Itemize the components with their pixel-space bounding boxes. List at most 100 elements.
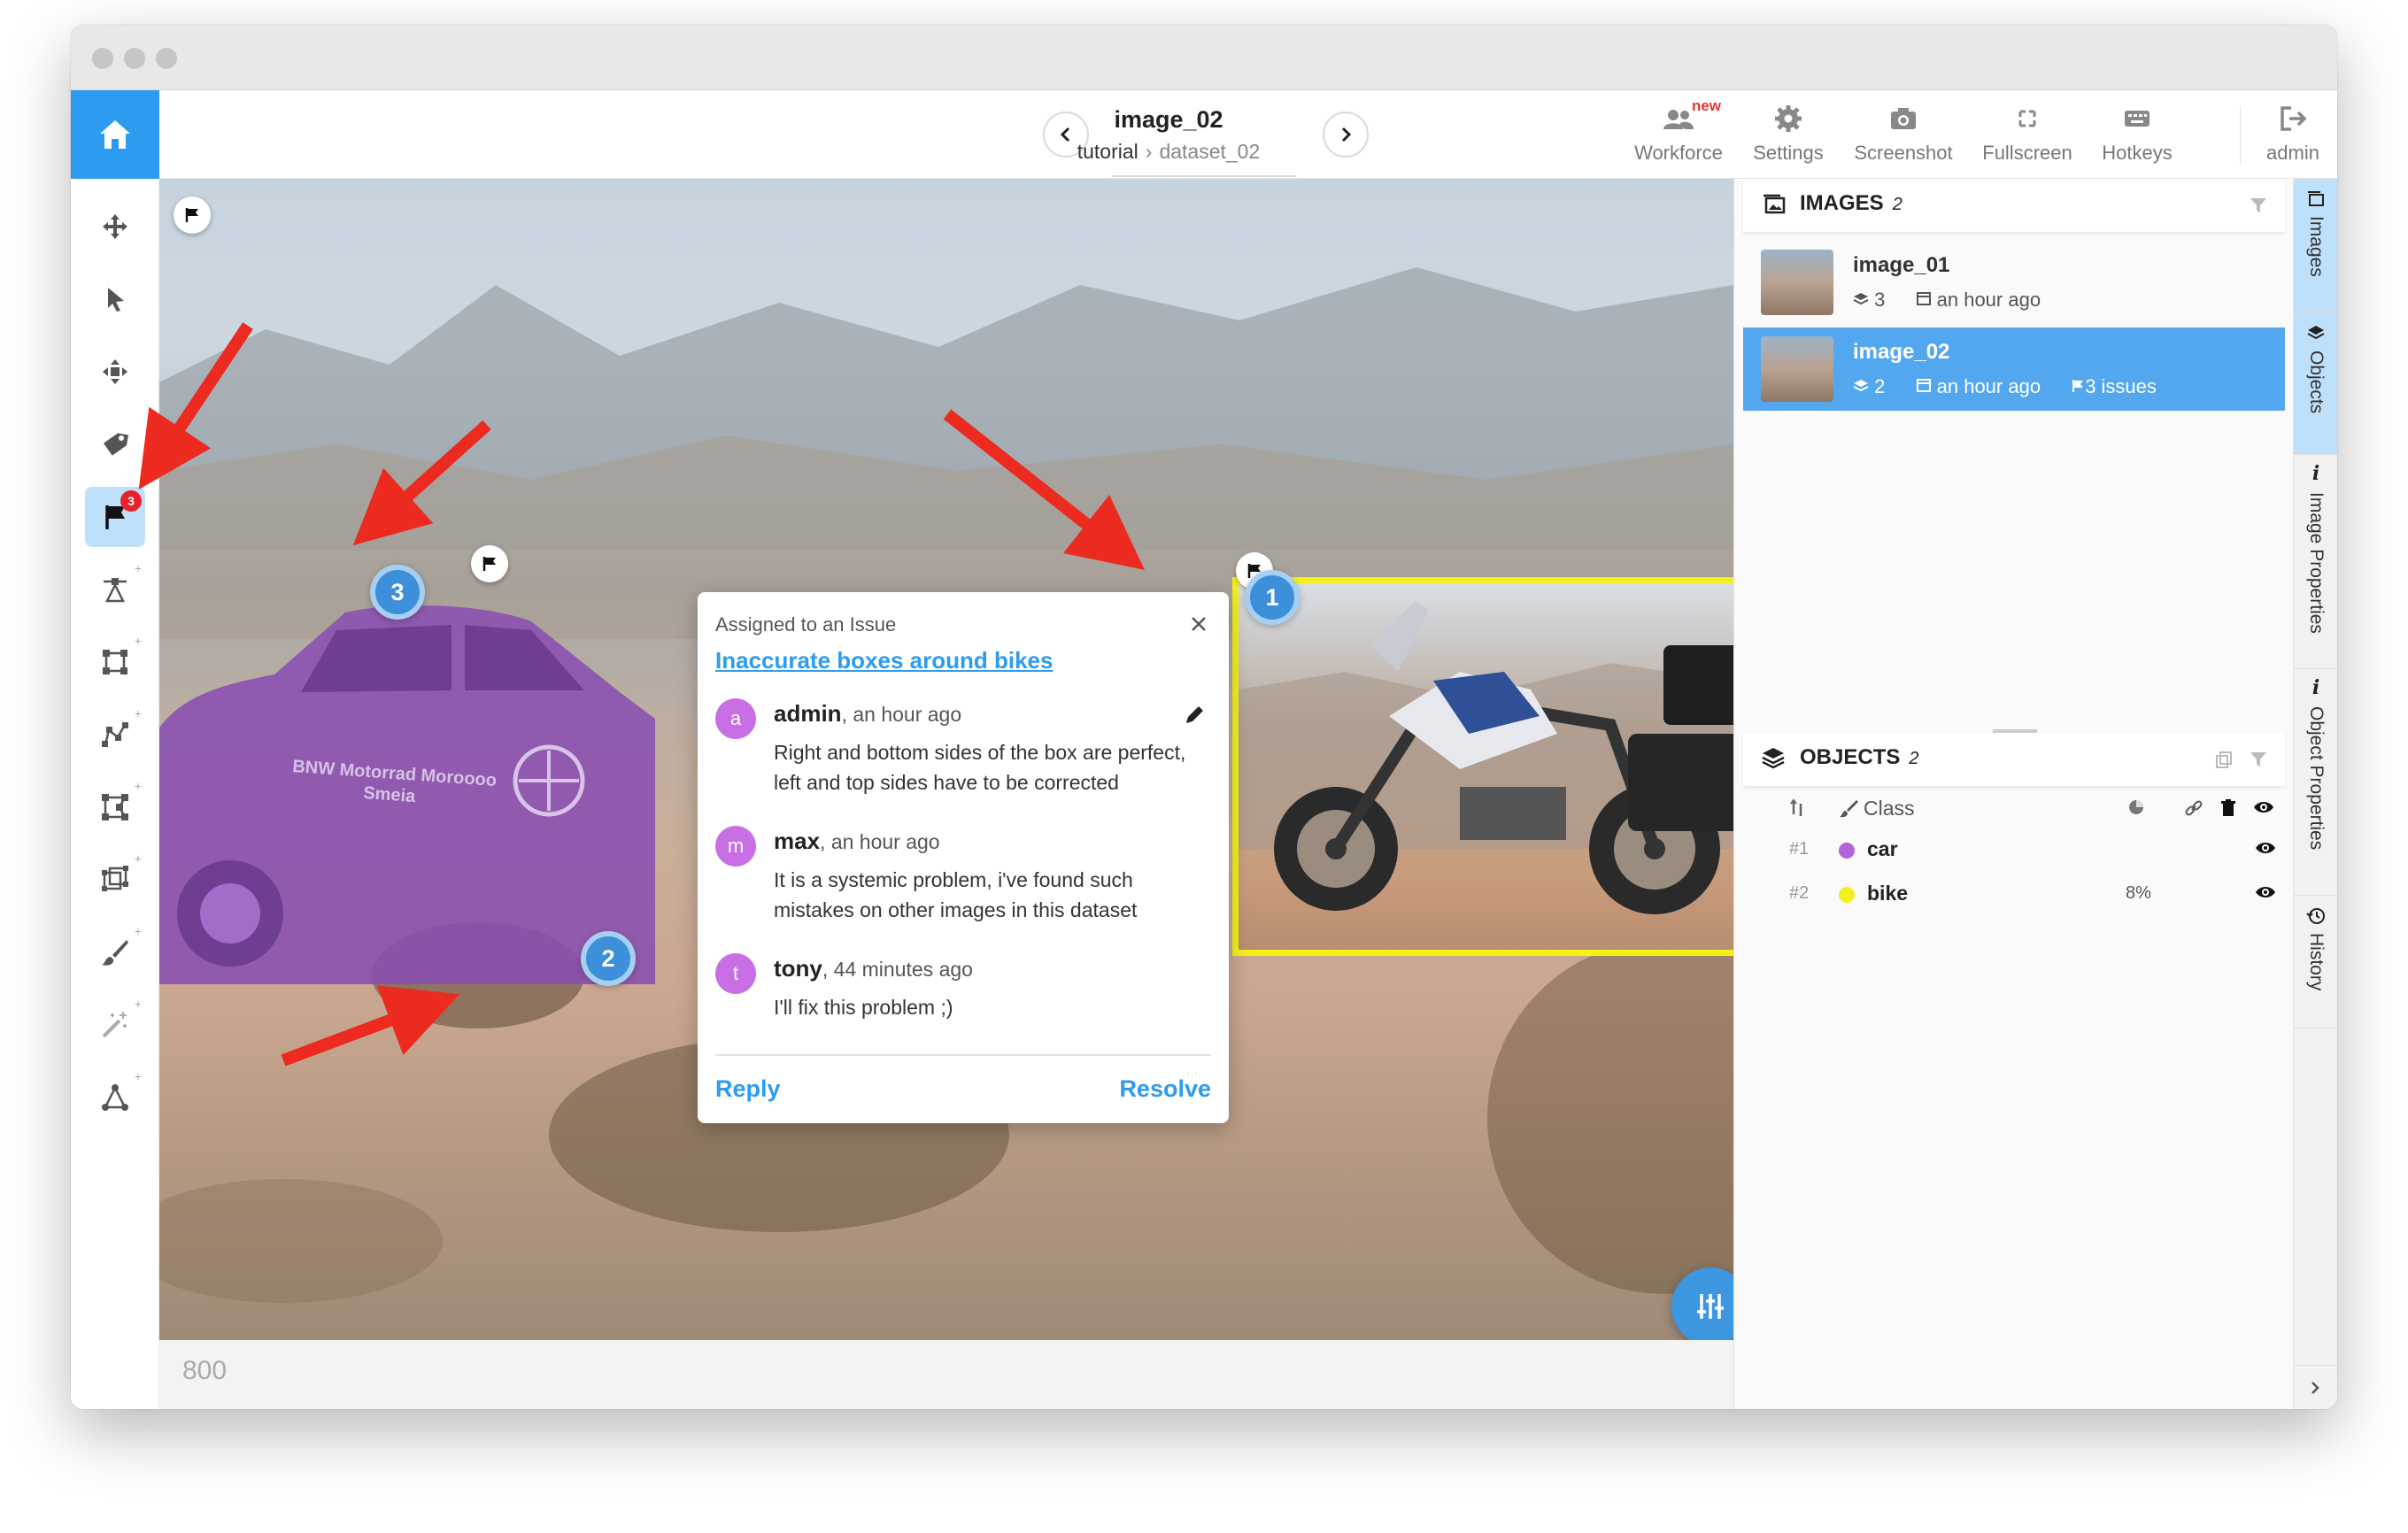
- tab-history-label: History: [2306, 933, 2327, 991]
- brush-tool[interactable]: +: [85, 922, 145, 982]
- workforce-button[interactable]: new Workforce: [1625, 97, 1732, 165]
- tab-image-properties[interactable]: i Image Properties: [2294, 455, 2337, 669]
- select-tool[interactable]: [85, 269, 145, 329]
- collapse-panel-button[interactable]: [2293, 1365, 2337, 1409]
- rectangle-tool[interactable]: +: [85, 632, 145, 692]
- resolve-button[interactable]: Resolve: [1119, 1075, 1211, 1103]
- flag-icon: [482, 557, 496, 571]
- reply-button[interactable]: Reply: [715, 1075, 781, 1103]
- window-close-dot[interactable]: [92, 48, 113, 69]
- avatar: a: [715, 698, 756, 739]
- polygon-icon: [102, 794, 128, 820]
- cuboid-tool[interactable]: +: [85, 850, 145, 910]
- images-count: 2: [1892, 195, 1902, 214]
- window-zoom-dot[interactable]: [156, 48, 177, 69]
- window-minimize-dot[interactable]: [124, 48, 145, 69]
- image-canvas[interactable]: BNW Motorrad Moroooo Smeia 1 2 3 Assigne…: [159, 179, 1733, 1340]
- bike-bounding-box[interactable]: [1232, 577, 1733, 956]
- sort-icon[interactable]: [1789, 798, 1805, 818]
- tag-tool[interactable]: [85, 414, 145, 474]
- comment-text: It is a systemic problem, i've found suc…: [774, 868, 1138, 921]
- issues-meta[interactable]: 3 issues: [2071, 375, 2169, 397]
- eye-icon[interactable]: [2255, 839, 2276, 857]
- filter-icon[interactable]: [2248, 749, 2269, 770]
- issue-marker-3[interactable]: 3: [370, 565, 425, 620]
- pie-chart-icon[interactable]: [2127, 798, 2145, 816]
- plus-icon: +: [134, 851, 142, 866]
- objects-count: 2: [1874, 375, 1886, 397]
- class-color-dot: [1839, 843, 1855, 859]
- tab-history[interactable]: History: [2294, 896, 2337, 1028]
- object-row-bike[interactable]: #2 bike 8%: [1743, 874, 2285, 917]
- breadcrumb-underline: [1112, 175, 1296, 177]
- class-color-dot: [1839, 887, 1855, 903]
- objects-count: 2: [1909, 749, 1919, 768]
- breadcrumb-project[interactable]: tutorial: [1077, 140, 1138, 163]
- polygon-tool[interactable]: +: [85, 777, 145, 837]
- settings-button[interactable]: Settings: [1735, 103, 1841, 165]
- popup-close-button[interactable]: [1185, 610, 1213, 638]
- tag-icon: [104, 433, 129, 456]
- move-tool[interactable]: [85, 196, 145, 257]
- issue-marker-2[interactable]: 2: [581, 931, 636, 986]
- issues-tool[interactable]: 3: [85, 487, 145, 547]
- tab-object-properties-label: Object Properties: [2306, 706, 2327, 851]
- ruler-label: 800: [182, 1356, 228, 1385]
- copy-icon[interactable]: [2214, 751, 2234, 770]
- graph-icon: [102, 1084, 128, 1111]
- eye-icon[interactable]: [2253, 798, 2274, 816]
- comment-time: , an hour ago: [841, 703, 962, 726]
- tab-objects[interactable]: Objects: [2294, 313, 2337, 455]
- object-row-car[interactable]: #1 car: [1743, 830, 2285, 873]
- tab-objects-label: Objects: [2306, 351, 2327, 414]
- class-column-label[interactable]: Class: [1864, 797, 1915, 820]
- polyline-tool[interactable]: +: [85, 705, 145, 765]
- issue-title-link[interactable]: Inaccurate boxes around bikes: [715, 647, 1053, 674]
- tab-object-properties[interactable]: i Object Properties: [2294, 669, 2337, 896]
- pencil-icon[interactable]: [1183, 704, 1206, 727]
- trash-icon[interactable]: [2219, 798, 2237, 818]
- layers-icon: [1853, 380, 1869, 392]
- drag-tool[interactable]: [85, 342, 145, 402]
- image-name: image_01: [1853, 253, 1950, 277]
- image-time: an hour ago: [1936, 375, 2041, 397]
- comment-header: tony, 44 minutes ago: [774, 955, 973, 982]
- graph-tool[interactable]: +: [85, 1067, 145, 1128]
- gear-icon: [1775, 105, 1802, 132]
- images-panel-title: IMAGES 2: [1800, 191, 1902, 216]
- home-button[interactable]: [71, 90, 159, 179]
- image-name: image_02: [1853, 340, 1950, 364]
- tab-images[interactable]: Images: [2294, 179, 2337, 313]
- issue-popup: Assigned to an Issue Inaccurate boxes ar…: [698, 592, 1229, 1123]
- image-issue-flag[interactable]: [174, 196, 211, 234]
- avatar: t: [715, 953, 756, 994]
- workforce-icon: [1663, 110, 1694, 129]
- link-icon[interactable]: [2184, 798, 2203, 818]
- hotkeys-button[interactable]: Hotkeys: [2084, 103, 2190, 165]
- camera-icon: [1891, 108, 1916, 129]
- issue-marker-1[interactable]: 1: [1245, 570, 1300, 625]
- screenshot-button[interactable]: Screenshot: [1850, 103, 1956, 165]
- filter-icon[interactable]: [2248, 195, 2269, 216]
- object-area-percent: 8%: [2126, 883, 2151, 903]
- car-text-line2: Smeia: [363, 783, 417, 806]
- rectangle-icon: [103, 650, 127, 674]
- image-row-image_02[interactable]: image_02 2 an hour ago 3 issues: [1743, 327, 2285, 411]
- car-issue-flag[interactable]: [471, 545, 508, 582]
- car-mask: BNW Motorrad Moroooo Smeia: [159, 605, 655, 984]
- next-image-button[interactable]: [1323, 112, 1369, 158]
- popup-header: Assigned to an Issue: [715, 613, 897, 636]
- comment-time: , 44 minutes ago: [822, 958, 973, 981]
- canvas-ruler: 800: [159, 1340, 1733, 1409]
- app-window: image_02 tutorial › dataset_02 new Workfor…: [71, 25, 2337, 1409]
- point-tool[interactable]: +: [85, 559, 145, 620]
- breadcrumb-dataset[interactable]: dataset_02: [1159, 140, 1260, 163]
- plus-icon: +: [134, 706, 142, 720]
- layers-icon: [2307, 326, 2325, 340]
- logout-button[interactable]: admin: [2240, 103, 2337, 165]
- eye-icon[interactable]: [2255, 883, 2276, 901]
- comment-author: admin: [774, 700, 842, 727]
- fullscreen-button[interactable]: Fullscreen: [1974, 103, 2080, 165]
- image-row-image_01[interactable]: image_01 3 an hour ago: [1743, 241, 2285, 324]
- smart-tool[interactable]: +: [85, 995, 145, 1055]
